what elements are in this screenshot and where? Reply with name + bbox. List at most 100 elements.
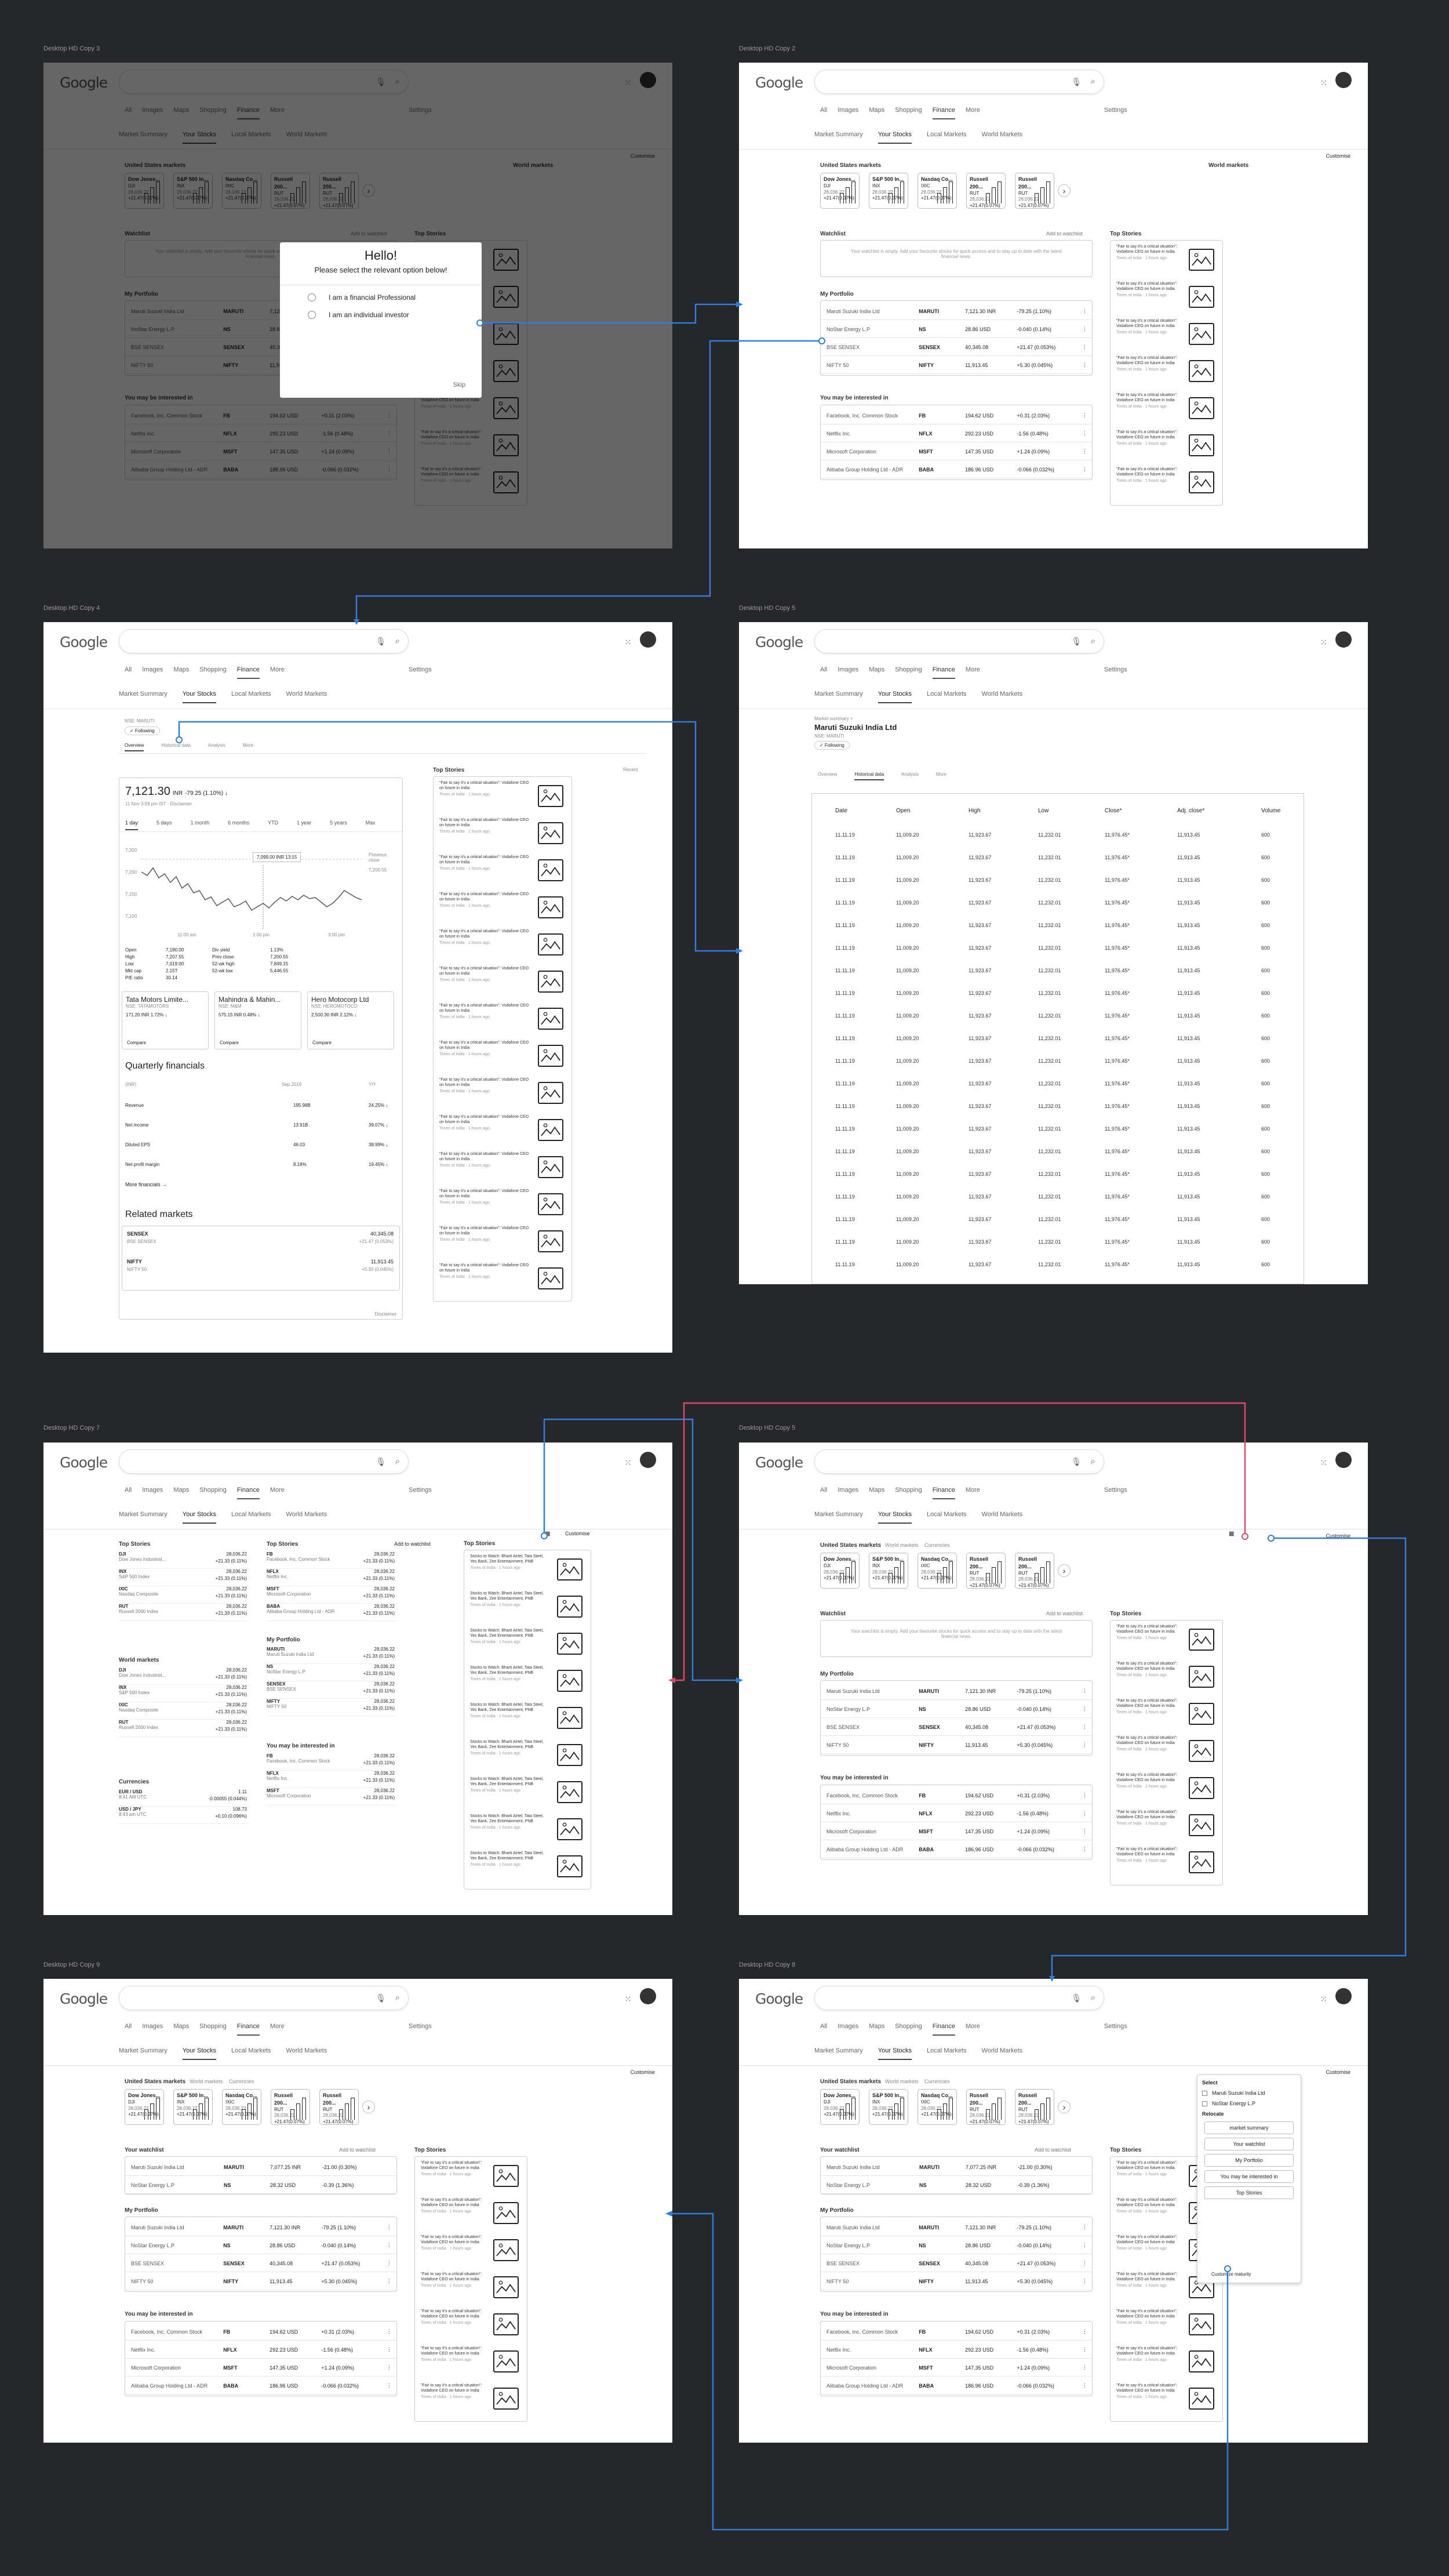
tab-finance[interactable]: Finance (932, 1487, 955, 1499)
table-row[interactable]: Facebook, Inc. Common Stock FB 194.62 USD +… (821, 1787, 1092, 1804)
avatar[interactable] (1335, 631, 1352, 648)
relocate-item[interactable]: Your watchlist (1204, 2138, 1294, 2150)
finance-tab[interactable]: Local Markets (231, 1511, 271, 1524)
google-logo[interactable]: Google (60, 1454, 108, 1471)
more-icon[interactable]: ⋮ (1082, 326, 1087, 332)
relocate-item[interactable]: My Portfolio (1204, 2154, 1294, 2167)
table-row[interactable]: Maruti Suzuki India Ltd MARUTI 7,077.25 IN… (125, 2159, 396, 2176)
tab-maps[interactable]: Maps (173, 2023, 189, 2036)
finance-tab[interactable]: Market Summary (814, 1511, 863, 1524)
more-icon[interactable]: ⋮ (1082, 362, 1087, 368)
tab-shopping[interactable]: Shopping (199, 1487, 227, 1499)
market-card[interactable]: Russell 200...RUT28,036.22+21.47(0.07%) (966, 1553, 1006, 1589)
avatar[interactable] (640, 631, 656, 648)
finance-tab[interactable]: Local Markets (927, 2047, 966, 2060)
table-row[interactable]: 11.11.19 11,009.20 11,923.67 11,232.01 11,97… (812, 982, 1304, 1004)
story-item[interactable]: "Fair to say it's a critical situation":… (1116, 318, 1217, 351)
more-icon[interactable]: ⋮ (387, 2328, 392, 2335)
search-input[interactable]: 🎙⌕ (119, 1986, 409, 2010)
more-icon[interactable]: ⋮ (1082, 412, 1087, 419)
range-tab[interactable]: 5 days (156, 820, 172, 830)
finance-tab[interactable]: World Markets (982, 691, 1023, 703)
market-card[interactable]: Nasdaq Co...IXIC28,036.22+21.47(0.07%) (918, 2089, 957, 2125)
search-icon[interactable]: ⌕ (395, 636, 400, 646)
search-icon[interactable]: ⌕ (1091, 636, 1095, 646)
customise-button[interactable]: Customise (1326, 1533, 1350, 1539)
finance-tab[interactable]: Your Stocks (878, 1511, 912, 1524)
more-icon[interactable]: ⋮ (1082, 344, 1087, 350)
tab-images[interactable]: Images (838, 1487, 858, 1499)
table-row[interactable]: 11.11.19 11,009.20 11,923.67 11,232.01 11,97… (812, 914, 1304, 936)
story-item[interactable]: Stocks to Watch: Bharti Airtel, Tata Ste… (470, 1591, 585, 1623)
stock-subtab[interactable]: Historical data (161, 743, 191, 751)
relocate-item[interactable]: market summary (1204, 2121, 1294, 2134)
tab-images[interactable]: Images (142, 2023, 163, 2036)
more-icon[interactable]: ⋮ (387, 2364, 392, 2371)
customise-button[interactable]: Customise (630, 2069, 655, 2075)
list-item[interactable]: INX S&P 500 Index 28,036.22 +21.33 (0.11%) (119, 1685, 249, 1702)
us-markets-title[interactable]: United States markets (820, 2079, 881, 2085)
list-item[interactable]: MSFT Microsoft Corporation 28,036.22 +21.33… (267, 1788, 397, 1805)
story-item[interactable]: "Fair to say it's a critical situation":… (1116, 2346, 1217, 2378)
recent-toggle[interactable]: Recent (623, 767, 638, 772)
table-row[interactable]: Maruti Suzuki India Ltd MARUTI 7,121.30 IN… (821, 303, 1092, 320)
range-tab[interactable]: 1 year (297, 820, 311, 830)
mic-icon[interactable]: 🎙 (1071, 637, 1082, 646)
stock-subtab[interactable]: Overview (125, 743, 144, 751)
more-icon[interactable]: ⋮ (1082, 448, 1087, 455)
more-icon[interactable]: ⋮ (1082, 2346, 1087, 2353)
story-item[interactable]: "Fair to say it's a critical situation":… (1116, 1810, 1217, 1842)
finance-tab[interactable]: Market Summary (814, 691, 863, 703)
list-item[interactable]: NIFTY NIFTY 50 28,036.22 +21.33 (0.11%) (267, 1699, 397, 1716)
panel-checkbox-row[interactable]: Maruti Suzuki India Ltd (1202, 2090, 1296, 2096)
story-item[interactable]: Stocks to Watch: Bharti Airtel, Tata Ste… (470, 1814, 585, 1846)
finance-tab[interactable]: Local Markets (927, 691, 966, 703)
table-row[interactable]: NIFTY 50 NIFTY 11,913.45 +5.30 (0.045%) ⋮ (125, 2273, 396, 2290)
stock-subtab[interactable]: Analysis (208, 743, 225, 751)
tab-all[interactable]: All (125, 1487, 132, 1499)
story-item[interactable]: "Fair to say it's a critical situation":… (1116, 2383, 1217, 2415)
list-item[interactable]: RUT Russell 2000 Index 28,036.22 +21.33 (0.… (119, 1604, 249, 1621)
search-input[interactable]: 🎙⌕ (814, 629, 1104, 653)
finance-tab[interactable]: Local Markets (927, 1511, 966, 1524)
table-row[interactable]: NoStar Energy L.P NS 28.32 USD -0.39 (1.36%… (125, 2177, 396, 2194)
tab-finance[interactable]: Finance (236, 666, 260, 679)
market-card[interactable]: Russell 200...RUT28,036.22+21.47(0.07%) (966, 173, 1006, 209)
table-row[interactable]: Facebook, Inc. Common Stock FB 194.62 USD +… (125, 2323, 396, 2341)
next-arrow-icon[interactable]: › (1058, 184, 1071, 197)
story-item[interactable]: "Fair to say it's a critical situation":… (439, 1003, 566, 1036)
search-input[interactable]: 🎙⌕ (119, 1449, 409, 1474)
story-item[interactable]: "Fair to say it's a critical situation":… (439, 892, 566, 924)
table-row[interactable]: Maruti Suzuki India Ltd MARUTI 7,077.25 IN… (821, 2159, 1092, 2176)
next-arrow-icon[interactable]: › (362, 2101, 375, 2113)
checkbox[interactable] (1202, 2101, 1207, 2106)
story-item[interactable]: "Fair to say it's a critical situation":… (1116, 1847, 1217, 1879)
story-item[interactable]: "Fair to say it's a critical situation":… (439, 929, 566, 961)
avatar[interactable] (640, 1988, 656, 2004)
story-item[interactable]: "Fair to say it's a critical situation":… (439, 966, 566, 998)
tab-all[interactable]: All (820, 107, 827, 119)
finance-tab[interactable]: Market Summary (119, 691, 168, 703)
story-item[interactable]: Stocks to Watch: Bharti Airtel, Tata Ste… (470, 1776, 585, 1809)
next-arrow-icon[interactable]: › (1058, 2101, 1071, 2113)
mic-icon[interactable]: 🎙 (376, 1993, 386, 2003)
story-item[interactable]: "Fair to say it's a critical situation":… (1116, 393, 1217, 425)
tab-finance[interactable]: Finance (932, 107, 955, 119)
table-row[interactable]: Netflix Inc. NFLX 292.23 USD -1.56 (0.48%) ⋮ (821, 1805, 1092, 1822)
market-card[interactable]: Russell 200...RUT28,036.22+21.47(0.07%) (1015, 173, 1054, 209)
world-markets-tab[interactable]: World markets (885, 1542, 919, 1548)
currencies-tab[interactable]: Currencies (924, 2079, 950, 2084)
story-item[interactable]: "Fair to say it's a critical situation":… (421, 2383, 521, 2415)
story-item[interactable]: "Fair to say it's a critical situation":… (1116, 244, 1217, 277)
search-icon[interactable]: ⌕ (1091, 1456, 1095, 1466)
finance-tab[interactable]: World Markets (286, 2047, 327, 2060)
market-card[interactable]: Nasdaq Co...IXIC28,036.22+21.47(0.07%) (918, 173, 957, 209)
tab-maps[interactable]: Maps (173, 1487, 189, 1499)
apps-grid-icon[interactable]: ⁙ (1320, 637, 1327, 648)
price-chart[interactable] (141, 842, 362, 929)
tab-more[interactable]: More (270, 1487, 285, 1499)
story-item[interactable]: "Fair to say it's a critical situation":… (439, 1151, 566, 1184)
list-item[interactable]: IXIC Nasdaq Composite 28,036.22 +21.33 (0.1… (119, 1702, 249, 1720)
range-tab[interactable]: 1 day (125, 820, 139, 830)
table-row[interactable]: NoStar Energy L.P NS 28.86 USD -0.040 (0.14… (821, 2237, 1092, 2254)
